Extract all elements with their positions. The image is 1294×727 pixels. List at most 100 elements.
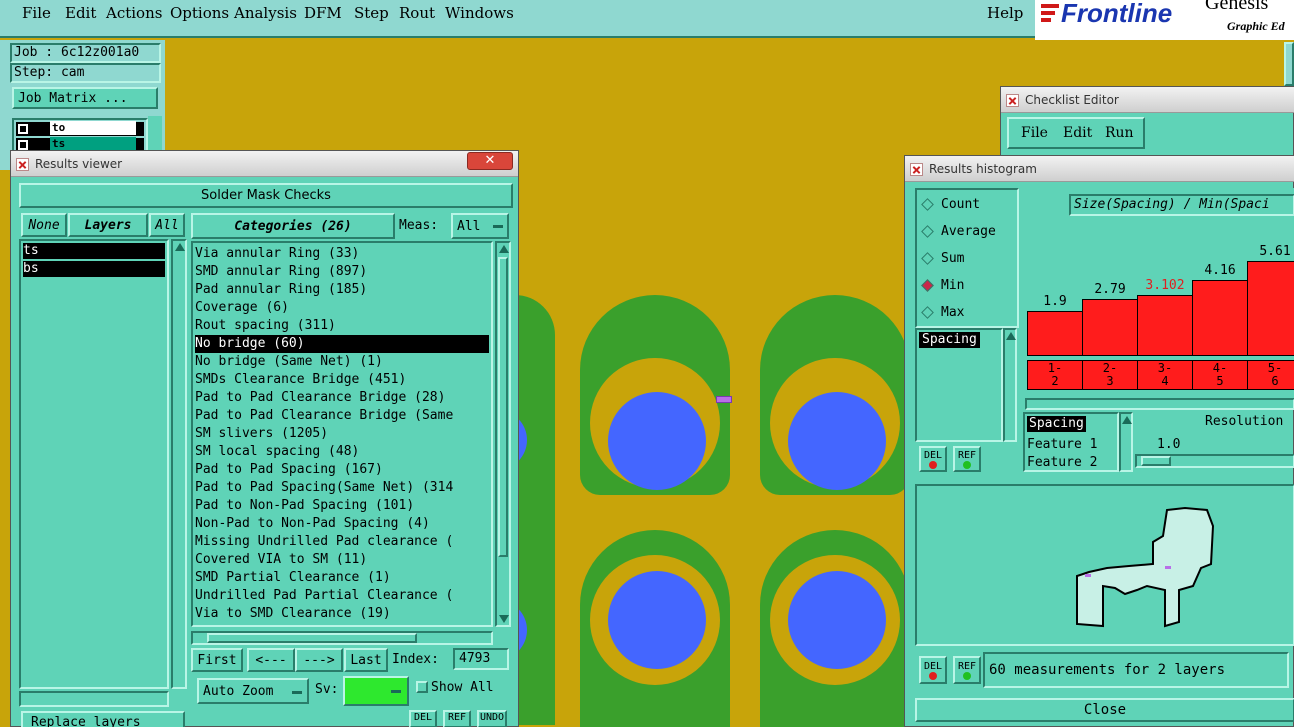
prev-button[interactable]: <--- (247, 648, 295, 672)
replace-layers-button[interactable]: Replace layers (21, 711, 185, 727)
show-all-checkbox[interactable] (416, 681, 428, 693)
category-item[interactable]: SMDs Clearance Bridge (451) (195, 371, 489, 389)
radio-diamond-icon (921, 278, 934, 292)
layer-list-scrollbar[interactable] (171, 239, 187, 689)
none-button[interactable]: None (21, 213, 67, 237)
histogram-bar[interactable] (1082, 299, 1138, 356)
category-item[interactable]: No bridge (60) (195, 335, 489, 353)
category-item[interactable]: Via annular Ring (33) (195, 245, 489, 263)
category-scrollbar[interactable] (495, 241, 511, 627)
first-button[interactable]: First (191, 648, 243, 672)
histogram-bin-label[interactable]: 1- 2 (1027, 360, 1083, 390)
histogram-bar[interactable] (1137, 295, 1193, 356)
checkbox-icon[interactable] (18, 124, 28, 134)
hist-ref-button[interactable]: REF (953, 446, 981, 472)
category-item[interactable]: Pad to Pad Spacing(Same Net) (314 (195, 479, 489, 497)
histogram-titlebar[interactable]: Results histogram (905, 156, 1294, 182)
measure-scrollbar[interactable] (1003, 328, 1017, 442)
category-item[interactable]: SM local spacing (48) (195, 443, 489, 461)
field-list-item[interactable]: Feature 2 (1027, 454, 1115, 472)
last-button[interactable]: Last (344, 648, 388, 672)
meas-dropdown[interactable]: All (451, 213, 509, 239)
layer-list-item[interactable]: ts (23, 243, 165, 259)
next-button[interactable]: ---> (295, 648, 343, 672)
histogram-bin-label[interactable]: 5- 6 (1247, 360, 1294, 390)
field-scrollbar[interactable] (1119, 412, 1133, 472)
resolution-slider[interactable] (1135, 454, 1294, 468)
undo-button[interactable]: UNDO (477, 710, 507, 727)
auto-zoom-dropdown[interactable]: Auto Zoom (197, 678, 309, 704)
histogram-bin-label[interactable]: 3- 4 (1137, 360, 1193, 390)
category-item[interactable]: Coverage (6) (195, 299, 489, 317)
histogram-bar[interactable] (1192, 280, 1248, 356)
sv-color-dropdown[interactable] (343, 676, 409, 706)
category-item[interactable]: Missing Undrilled Pad clearance ( (195, 533, 489, 551)
checklist-editor-titlebar[interactable]: Checklist Editor (1001, 87, 1294, 113)
mode-radio-average[interactable]: Average (921, 221, 996, 241)
job-matrix-button[interactable]: Job Matrix ... (12, 87, 158, 109)
histogram-bar[interactable] (1247, 261, 1294, 356)
mode-radio-count[interactable]: Count (921, 194, 980, 214)
checklist-menu-edit[interactable]: Edit (1063, 125, 1092, 141)
field-list-item[interactable]: Spacing (1027, 416, 1086, 432)
category-hscroll[interactable] (191, 631, 493, 645)
step-label: Step: cam (10, 63, 161, 83)
layer-row[interactable]: to (16, 121, 144, 136)
category-item[interactable]: SMD annular Ring (897) (195, 263, 489, 281)
category-item[interactable]: Pad to Pad Spacing (167) (195, 461, 489, 479)
menu-analysis[interactable]: Analysis (234, 4, 297, 22)
index-field[interactable]: 4793 (453, 648, 509, 670)
category-item[interactable]: Pad to Pad Clearance Bridge (28) (195, 389, 489, 407)
category-item[interactable]: Rout spacing (311) (195, 317, 489, 335)
preview-del-button[interactable]: DEL (919, 656, 947, 684)
ref-button[interactable]: REF (443, 710, 471, 727)
category-item[interactable]: Non-Pad to Non-Pad Spacing (4) (195, 515, 489, 533)
menu-step[interactable]: Step (354, 4, 389, 22)
hist-del-button[interactable]: DEL (919, 446, 947, 472)
preview-ref-button[interactable]: REF (953, 656, 981, 684)
field-list-item[interactable]: Feature 1 (1027, 436, 1115, 454)
histogram-bar[interactable] (1027, 311, 1083, 356)
section-header: Solder Mask Checks (19, 183, 513, 208)
mode-radio-max[interactable]: Max (921, 302, 964, 322)
show-all-label: Show All (431, 680, 494, 695)
menu-dfm[interactable]: DFM (304, 4, 342, 22)
histogram-bin-label[interactable]: 4- 5 (1192, 360, 1248, 390)
slider-thumb[interactable] (1141, 456, 1171, 466)
category-item[interactable]: No bridge (Same Net) (1) (195, 353, 489, 371)
category-item[interactable]: Pad to Non-Pad Spacing (101) (195, 497, 489, 515)
category-item[interactable]: Pad to Pad Clearance Bridge (Same (195, 407, 489, 425)
menu-file[interactable]: File (22, 4, 51, 22)
menu-actions[interactable]: Actions (106, 4, 162, 22)
all-layers-button[interactable]: All (149, 213, 185, 237)
menu-help[interactable]: Help (987, 4, 1023, 22)
layer-list-hscroll[interactable] (19, 691, 169, 707)
checklist-menu-file[interactable]: File (1021, 125, 1048, 141)
close-window-button[interactable]: ✕ (467, 152, 513, 170)
layers-button[interactable]: Layers (68, 213, 148, 237)
menu-edit[interactable]: Edit (65, 4, 96, 22)
category-item[interactable]: Covered VIA to SM (11) (195, 551, 489, 569)
mode-radio-min[interactable]: Min (921, 275, 964, 295)
category-item[interactable]: Undrilled Pad Partial Clearance ( (195, 587, 489, 605)
category-item[interactable]: SMD Partial Clearance (1) (195, 569, 489, 587)
mode-radio-sum[interactable]: Sum (921, 248, 964, 268)
checklist-menu-run[interactable]: Run (1105, 125, 1134, 141)
menu-rout[interactable]: Rout (399, 4, 435, 22)
category-item[interactable]: SM slivers (1205) (195, 425, 489, 443)
checkbox-icon[interactable] (18, 140, 28, 150)
del-button[interactable]: DEL (409, 710, 437, 727)
status-field: 60 measurements for 2 layers (983, 652, 1289, 688)
category-item[interactable]: Pad annular Ring (185) (195, 281, 489, 299)
measurement-marker[interactable] (716, 396, 732, 403)
menu-windows[interactable]: Windows (445, 4, 514, 22)
close-button[interactable]: Close (915, 698, 1294, 722)
results-viewer-titlebar[interactable]: Results viewer (11, 151, 518, 177)
category-item[interactable]: Via to SMD Clearance (19) (195, 605, 489, 623)
menu-options[interactable]: Options (170, 4, 229, 22)
measure-list-item[interactable]: Spacing (919, 332, 980, 348)
histogram-bin-label[interactable]: 2- 3 (1082, 360, 1138, 390)
categories-button[interactable]: Categories (26) (191, 213, 395, 239)
layer-list-item[interactable]: bs (23, 261, 165, 277)
histogram-hscroll[interactable] (1025, 398, 1294, 410)
